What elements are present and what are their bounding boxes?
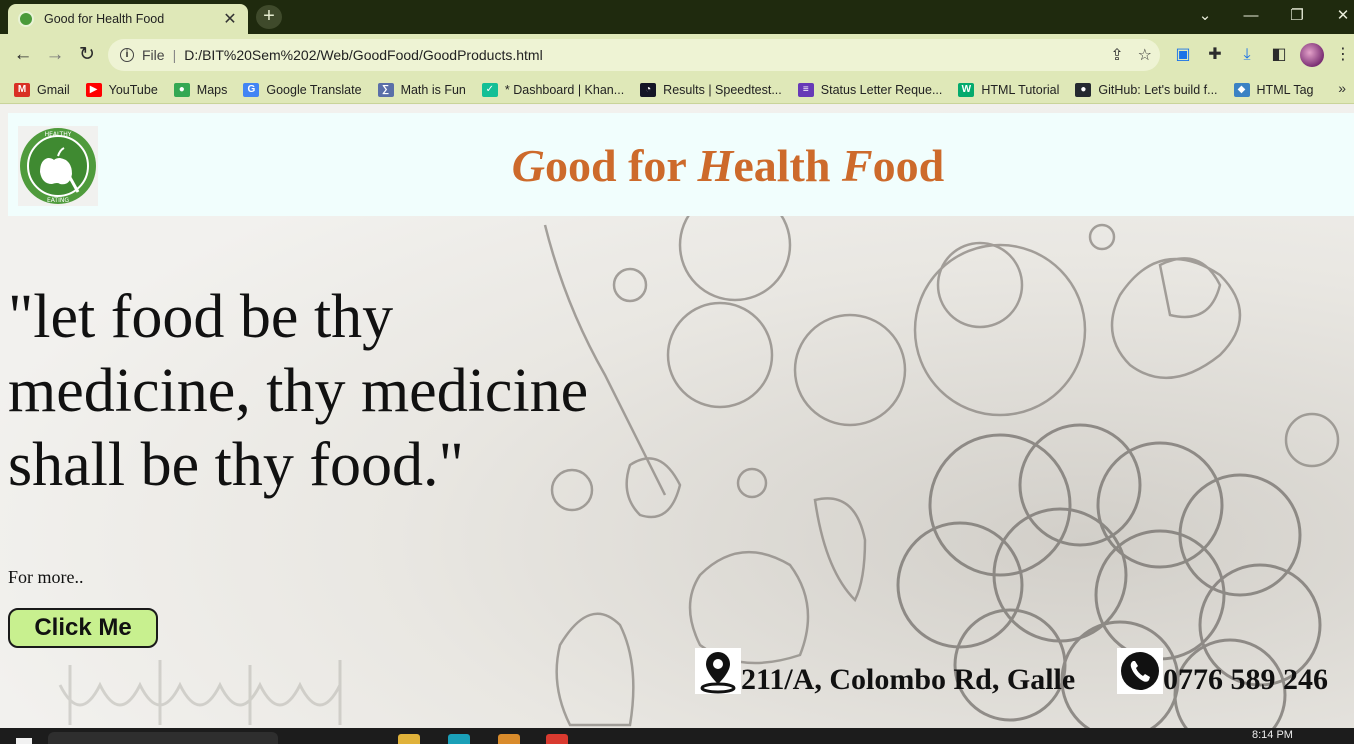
title-part: ood for [545, 140, 698, 191]
address-bar[interactable]: i File | D:/BIT%20Sem%202/Web/GoodFood/G… [108, 39, 1160, 71]
address-url[interactable]: D:/BIT%20Sem%202/Web/GoodFood/GoodProduc… [184, 47, 542, 63]
profile-avatar[interactable] [1300, 43, 1324, 67]
logo-text-bottom: EATING [47, 197, 69, 204]
file-explorer-icon[interactable] [398, 734, 420, 744]
bookmark-item[interactable]: ◆ HTML Tag [1233, 82, 1314, 97]
maps-icon: ● [173, 82, 190, 97]
forms-icon: ≡ [797, 82, 814, 97]
site-title: Good for Health Food [388, 140, 1068, 192]
mathisfun-icon: ∑ [377, 82, 394, 97]
chrome-icon[interactable] [546, 734, 568, 744]
page-viewport: HEALTHY EATING Good for Health Food "let… [0, 105, 1354, 728]
site-header: HEALTHY EATING Good for Health Food [8, 113, 1354, 216]
speedtest-icon: ◔ [640, 82, 657, 97]
bookmark-label: Maps [196, 82, 228, 97]
browser-menu-icon[interactable]: ⋮ [1332, 44, 1354, 66]
phone-number-text: 0776 589 246 [1163, 663, 1328, 696]
bookmark-item[interactable]: M Gmail [14, 82, 70, 97]
youtube-icon: ▶ [85, 82, 102, 97]
new-tab-button[interactable]: + [256, 5, 282, 29]
bookmarks-more-icon[interactable]: » [1338, 80, 1346, 96]
hero-quote: "let food be thy medicine, thy medicine … [8, 283, 589, 499]
bookmark-label: Status Letter Reque... [820, 82, 943, 97]
bookmark-label: HTML Tutorial [981, 82, 1060, 97]
bookmark-item[interactable]: ≡ Status Letter Reque... [797, 82, 943, 97]
restore-icon[interactable]: ❐ [1282, 4, 1312, 28]
bookmark-label: HTML Tag [1256, 82, 1314, 97]
windows-start-icon[interactable] [16, 738, 32, 744]
address-text: 211/A, Colombo Rd, Galle [741, 663, 1076, 696]
bookmark-item[interactable]: ◔ Results | Speedtest... [640, 82, 782, 97]
app-icon[interactable] [498, 734, 520, 744]
tab-title: Good for Health Food [44, 12, 165, 26]
windows-taskbar: 8:14 PM [0, 728, 1354, 744]
bookmark-label: GitHub: Let's build f... [1098, 82, 1218, 97]
browser-toolbar: ← → ↻ i File | D:/BIT%20Sem%202/Web/Good… [0, 34, 1354, 76]
bookmark-item[interactable]: ✓ * Dashboard | Khan... [481, 82, 625, 97]
bookmark-label: Gmail [37, 82, 70, 97]
github-icon: ● [1075, 82, 1092, 97]
bookmark-label: Results | Speedtest... [663, 82, 782, 97]
khan-icon: ✓ [481, 82, 498, 97]
title-part: F [841, 140, 873, 191]
browser-tabstrip: Good for Health Food ✕ + ⌄ — ❐ ✕ [0, 0, 1354, 34]
minimize-icon[interactable]: — [1236, 4, 1266, 28]
taskbar-search[interactable] [48, 732, 278, 744]
title-part: ood [872, 140, 945, 191]
address-separator: | [172, 47, 177, 63]
healthy-eating-logo: HEALTHY EATING [18, 126, 98, 206]
reload-icon[interactable]: ↻ [74, 43, 100, 67]
extensions-puzzle-icon[interactable]: ✚ [1204, 44, 1226, 66]
bookmark-item[interactable]: ● GitHub: Let's build f... [1075, 82, 1218, 97]
edge-icon[interactable] [448, 734, 470, 744]
side-panel-icon[interactable]: ◧ [1268, 44, 1290, 66]
translate-icon: G [243, 82, 260, 97]
html-tag-icon: ◆ [1233, 82, 1250, 97]
bookmark-item[interactable]: ∑ Math is Fun [377, 82, 466, 97]
bookmark-label: * Dashboard | Khan... [504, 82, 625, 97]
location-pin-icon [695, 648, 741, 694]
bookmark-item[interactable]: W HTML Tutorial [958, 82, 1060, 97]
title-part: ealth [733, 140, 842, 191]
bookmark-item[interactable]: G Google Translate [243, 82, 362, 97]
extension-translate-icon[interactable]: ▣ [1172, 44, 1194, 66]
tab-close-icon[interactable]: ✕ [222, 9, 238, 29]
taskbar-clock: 8:14 PM [1252, 729, 1293, 741]
bookmark-star-icon[interactable]: ☆ [1138, 45, 1152, 65]
bookmark-label: Google Translate [266, 82, 362, 97]
bookmark-item[interactable]: ● Maps [173, 82, 228, 97]
close-window-icon[interactable]: ✕ [1328, 4, 1354, 28]
forward-arrow-icon[interactable]: → [42, 43, 68, 67]
tab-search-icon[interactable]: ⌄ [1190, 4, 1220, 28]
w3schools-icon: W [958, 82, 975, 97]
site-info-icon[interactable]: i [120, 48, 134, 62]
title-part: G [511, 140, 546, 191]
share-icon[interactable]: ⇪ [1110, 45, 1123, 65]
bookmark-label: YouTube [108, 82, 158, 97]
bookmarks-bar: M Gmail ▶ YouTube ● Maps G Google Translate ∑ Mat… [0, 76, 1354, 104]
title-part: H [697, 140, 734, 191]
gmail-icon: M [14, 82, 30, 97]
omnibox-actions: ⇪ ☆ [1110, 45, 1152, 65]
address-scheme: File [142, 47, 165, 63]
bookmark-label: Math is Fun [400, 82, 466, 97]
for-more-text: For more.. [8, 567, 84, 587]
browser-tab-active[interactable]: Good for Health Food ✕ [8, 4, 248, 34]
bookmark-item[interactable]: ▶ YouTube [85, 82, 158, 97]
favicon-icon [18, 11, 34, 27]
phone-icon [1117, 648, 1163, 694]
back-arrow-icon[interactable]: ← [10, 43, 36, 67]
download-icon[interactable]: ⤓ [1236, 44, 1258, 66]
logo-text-top: HEALTHY [45, 131, 72, 138]
click-me-button[interactable]: Click Me [8, 608, 158, 648]
